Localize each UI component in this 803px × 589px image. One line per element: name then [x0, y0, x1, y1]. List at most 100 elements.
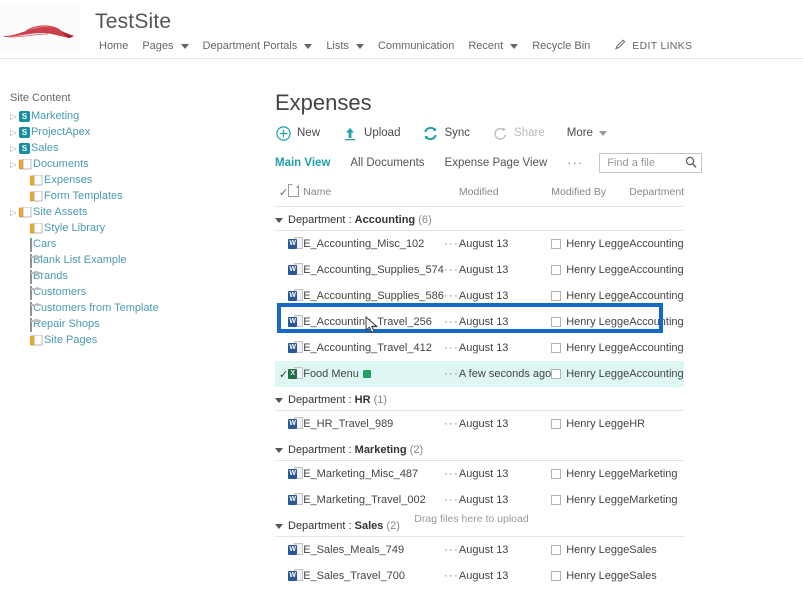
file-name-link[interactable]: E_Sales_Travel_700: [303, 570, 405, 582]
view-tab-main-view[interactable]: Main View: [275, 157, 330, 169]
column-header-department[interactable]: Department: [629, 180, 684, 207]
quick-launch-item-projectapex[interactable]: ▷SProjectApex: [8, 126, 208, 139]
row-context-menu-ellipsis[interactable]: ···: [444, 288, 459, 302]
row-select-checkbox[interactable]: [275, 257, 288, 283]
file-name-link[interactable]: E_Accounting_Misc_102: [303, 238, 424, 250]
nav-item-communication[interactable]: Communication: [371, 38, 461, 54]
quick-launch-item-brands[interactable]: ▷Brands: [8, 270, 208, 283]
nav-item-pages[interactable]: Pages: [135, 38, 195, 54]
expand-toggle-icon[interactable]: ▷: [8, 208, 19, 217]
chevron-down-icon[interactable]: [510, 44, 518, 49]
quick-launch-item-marketing[interactable]: ▷SMarketing: [8, 110, 208, 123]
file-name-link[interactable]: E_Accounting_Supplies_586: [303, 290, 444, 302]
search-icon[interactable]: [685, 156, 697, 172]
row-select-checkbox[interactable]: ✓: [275, 361, 288, 387]
file-name-link[interactable]: Food Menu: [303, 368, 359, 380]
row-select-checkbox[interactable]: [275, 487, 288, 513]
quick-launch-item-documents[interactable]: ▷Documents: [8, 158, 208, 171]
column-header-name[interactable]: Name: [303, 180, 444, 207]
quick-launch-item-style-library[interactable]: ▷Style Library: [8, 222, 208, 235]
table-row[interactable]: WE_HR_Travel_989···August 13Henry LeggeH…: [275, 411, 684, 438]
table-row[interactable]: WE_Accounting_Travel_412···August 13Henr…: [275, 335, 684, 361]
group-header-row[interactable]: Department : Accounting (6): [275, 207, 684, 231]
table-row[interactable]: WE_Accounting_Travel_256···August 13Henr…: [275, 309, 684, 335]
nav-item-home[interactable]: Home: [92, 38, 135, 54]
file-name-link[interactable]: E_Accounting_Travel_256: [303, 316, 432, 328]
row-select-checkbox[interactable]: [275, 309, 288, 335]
chevron-down-icon[interactable]: [181, 44, 189, 49]
group-collapse-icon[interactable]: [275, 218, 283, 223]
table-row[interactable]: WE_Marketing_Misc_487···August 13Henry L…: [275, 461, 684, 488]
view-tab-all-documents[interactable]: All Documents: [350, 157, 424, 169]
expand-toggle-icon[interactable]: ▷: [8, 112, 19, 121]
file-name-link[interactable]: E_Marketing_Travel_002: [303, 494, 426, 506]
row-context-menu-ellipsis[interactable]: ···: [444, 416, 459, 430]
row-context-menu-ellipsis[interactable]: ···: [444, 466, 459, 480]
quick-launch-item-cars[interactable]: ▷Cars: [8, 238, 208, 251]
nav-item-department-portals[interactable]: Department Portals: [196, 38, 320, 54]
row-select-checkbox[interactable]: [275, 461, 288, 488]
view-tab-expense-page-view[interactable]: Expense Page View: [445, 157, 548, 169]
edit-links-button[interactable]: EDIT LINKS: [615, 39, 692, 53]
nav-item-recycle-bin[interactable]: Recycle Bin: [525, 38, 597, 54]
file-name-link[interactable]: E_HR_Travel_989: [303, 418, 393, 430]
quick-launch-item-site-pages[interactable]: ▷Site Pages: [8, 334, 208, 347]
expand-toggle-icon[interactable]: ▷: [8, 160, 19, 169]
row-context-menu-ellipsis[interactable]: ···: [444, 568, 459, 582]
column-header-type[interactable]: [288, 180, 303, 207]
file-name-link[interactable]: E_Accounting_Travel_412: [303, 342, 432, 354]
group-header-row[interactable]: Department : Marketing (2): [275, 437, 684, 461]
row-select-checkbox[interactable]: [275, 537, 288, 564]
search-box[interactable]: [599, 153, 702, 173]
row-context-menu-ellipsis[interactable]: ···: [444, 262, 459, 276]
group-collapse-icon[interactable]: [275, 448, 283, 453]
expand-toggle-icon[interactable]: ▷: [8, 144, 19, 153]
quick-launch-item-expenses[interactable]: ▷Expenses: [8, 174, 208, 187]
row-context-menu-ellipsis[interactable]: ···: [444, 542, 459, 556]
row-select-checkbox[interactable]: [275, 563, 288, 589]
nav-item-lists[interactable]: Lists: [319, 38, 371, 54]
table-row[interactable]: WE_Marketing_Travel_002···August 13Henry…: [275, 487, 684, 513]
chevron-down-icon[interactable]: [304, 44, 312, 49]
row-select-checkbox[interactable]: [275, 411, 288, 438]
chevron-down-icon[interactable]: [356, 44, 364, 49]
row-context-menu-ellipsis[interactable]: ···: [444, 314, 459, 328]
quick-launch-item-sales[interactable]: ▷SSales: [8, 142, 208, 155]
row-select-checkbox[interactable]: [275, 335, 288, 361]
quick-launch-item-form-templates[interactable]: ▷Form Templates: [8, 190, 208, 203]
column-header-modified-by[interactable]: Modified By: [551, 180, 629, 207]
group-header-row[interactable]: Department : HR (1): [275, 387, 684, 411]
row-context-menu-ellipsis[interactable]: ···: [444, 366, 459, 380]
row-select-checkbox[interactable]: [275, 231, 288, 258]
table-row[interactable]: WE_Accounting_Misc_102···August 13Henry …: [275, 231, 684, 258]
file-name-link[interactable]: E_Accounting_Supplies_574: [303, 264, 444, 276]
column-header-modified[interactable]: Modified: [459, 180, 551, 207]
table-row[interactable]: WE_Sales_Meals_749···August 13Henry Legg…: [275, 537, 684, 564]
quick-launch-item-site-assets[interactable]: ▷Site Assets: [8, 206, 208, 219]
file-name-link[interactable]: E_Marketing_Misc_487: [303, 468, 418, 480]
quick-launch-item-repair-shops[interactable]: ▷Repair Shops: [8, 318, 208, 331]
table-row[interactable]: WE_Accounting_Supplies_586···August 13He…: [275, 283, 684, 309]
nav-item-recent[interactable]: Recent: [461, 38, 525, 54]
row-context-menu-ellipsis[interactable]: ···: [444, 492, 459, 506]
site-logo[interactable]: [0, 6, 80, 52]
column-header-select-all[interactable]: ✓: [275, 180, 288, 207]
new-button[interactable]: New: [275, 125, 320, 141]
more-button[interactable]: More: [567, 127, 607, 139]
table-row[interactable]: ✓XFood Menu···A few seconds agoHenry Leg…: [275, 361, 684, 387]
expand-toggle-icon[interactable]: ▷: [8, 128, 19, 137]
quick-launch-item-customers-from-template[interactable]: ▷Customers from Template: [8, 302, 208, 315]
row-context-menu-ellipsis[interactable]: ···: [444, 236, 459, 250]
views-overflow-ellipsis[interactable]: ···: [567, 158, 583, 168]
table-row[interactable]: WE_Accounting_Supplies_574···August 13He…: [275, 257, 684, 283]
group-collapse-icon[interactable]: [275, 398, 283, 403]
sync-button[interactable]: Sync: [422, 125, 470, 141]
upload-button[interactable]: Upload: [342, 125, 400, 141]
file-name-link[interactable]: E_Sales_Meals_749: [303, 544, 404, 556]
quick-launch-item-customers[interactable]: ▷Customers: [8, 286, 208, 299]
row-context-menu-ellipsis[interactable]: ···: [444, 340, 459, 354]
quick-launch-item-blank-list-example[interactable]: ▷Blank List Example: [8, 254, 208, 267]
select-all-checkmark-icon[interactable]: ✓: [275, 187, 288, 199]
row-select-checkbox[interactable]: [275, 283, 288, 309]
table-row[interactable]: WE_Sales_Travel_700···August 13Henry Leg…: [275, 563, 684, 589]
